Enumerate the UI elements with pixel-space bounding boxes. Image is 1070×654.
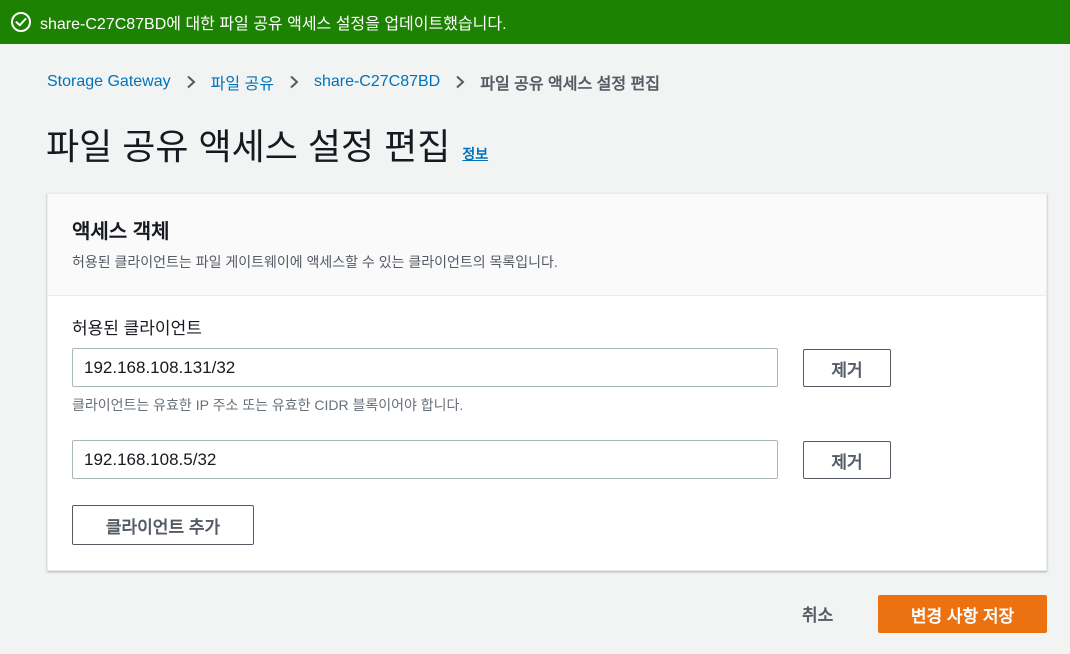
chevron-right-icon	[184, 75, 198, 89]
success-flash-bar: share-C27C87BD에 대한 파일 공유 액세스 설정을 업데이트했습니…	[0, 0, 1070, 44]
check-circle-icon	[10, 11, 32, 33]
chevron-right-icon	[287, 75, 301, 89]
panel-header: 액세스 객체 허용된 클라이언트는 파일 게이트웨이에 액세스할 수 있는 클라…	[48, 194, 1046, 296]
breadcrumb-current: 파일 공유 액세스 설정 편집	[480, 76, 660, 93]
breadcrumb-storage-gateway[interactable]: Storage Gateway	[47, 73, 171, 91]
cancel-button[interactable]: 취소	[802, 601, 833, 626]
breadcrumb-file-shares[interactable]: 파일 공유	[211, 70, 274, 94]
panel-description: 허용된 클라이언트는 파일 게이트웨이에 액세스할 수 있는 클라이언트의 목록…	[72, 254, 558, 270]
add-client-button[interactable]: 클라이언트 추가	[72, 505, 254, 545]
access-objects-panel: 액세스 객체 허용된 클라이언트는 파일 게이트웨이에 액세스할 수 있는 클라…	[47, 193, 1047, 571]
flash-message: share-C27C87BD에 대한 파일 공유 액세스 설정을 업데이트했습니…	[40, 16, 507, 33]
allowed-client-input-2[interactable]	[72, 440, 778, 479]
panel-title: 액세스 객체	[72, 221, 170, 243]
info-link[interactable]: 정보	[462, 144, 488, 164]
breadcrumb-share[interactable]: share-C27C87BD	[314, 73, 440, 91]
page-title-text: 파일 공유 액세스 설정 편집	[46, 126, 451, 167]
allowed-client-input-1[interactable]	[72, 348, 778, 387]
page-title: 파일 공유 액세스 설정 편집 정보	[46, 118, 488, 170]
save-changes-button[interactable]: 변경 사항 저장	[878, 595, 1047, 633]
remove-client-button-1[interactable]: 제거	[803, 349, 891, 387]
chevron-right-icon	[453, 75, 467, 89]
remove-client-button-2[interactable]: 제거	[803, 441, 891, 479]
allowed-clients-label: 허용된 클라이언트	[72, 319, 202, 338]
allowed-clients-constraint: 클라이언트는 유효한 IP 주소 또는 유효한 CIDR 블록이어야 합니다.	[72, 397, 464, 413]
breadcrumb: Storage Gateway 파일 공유 share-C27C87BD 파일 …	[47, 70, 660, 94]
